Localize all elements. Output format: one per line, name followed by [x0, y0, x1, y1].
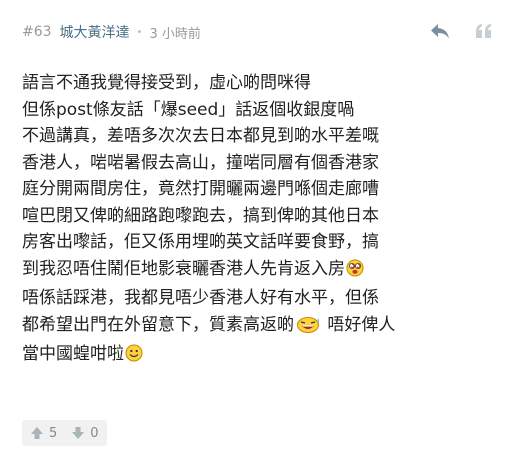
post-line: 語言不通我覺得接受到，虛心啲問咪得	[22, 73, 311, 93]
vote-bar: 5 0	[22, 420, 107, 446]
post-line: 喧巴閉又俾啲細路跑嚟跑去，搞到俾啲其他日本	[22, 205, 379, 226]
thumb-down-icon	[72, 427, 85, 439]
sweating-laugh-emoji-icon	[295, 315, 321, 342]
reply-button[interactable]	[423, 16, 457, 46]
post-line: 但係post條友話「爆seed」話返個收銀度喎	[22, 99, 355, 120]
meta-separator: •	[136, 26, 143, 38]
quote-button[interactable]	[467, 16, 501, 46]
post-line: 庭分開兩間房住，竟然打開曬兩邊門喺個走廊嘈	[22, 179, 379, 199]
post-line-text: 唔好俾人	[322, 314, 396, 335]
smile-emoji-icon	[125, 344, 143, 371]
downvote-count: 0	[90, 425, 99, 441]
post-line: 房客出嚟話，佢又係用埋啲英文話咩要食野，搞	[22, 232, 379, 252]
post-line-text: 到我忍唔住鬧佢地影衰曬香港人先肯返入房	[22, 258, 345, 279]
post-line-with-emoji: 當中國蝗咁啦	[22, 341, 502, 371]
post-actions	[423, 16, 501, 46]
upvote-count: 5	[49, 425, 58, 441]
post-header: #63 城大黃洋達 • 3 小時前	[22, 20, 201, 44]
post-line-with-emoji: 都希望出門在外留意下，質素高返啲 唔好俾人	[22, 312, 502, 342]
post-line: 不過講真，差唔多次次去日本都見到啲水平差嘅	[22, 126, 379, 146]
upvote-button[interactable]: 5	[30, 426, 57, 441]
post-line: 香港人，啱啱暑假去高山，撞啱同層有個香港家	[22, 152, 379, 173]
post-line-text: 都希望出門在外留意下，質素高返啲	[22, 314, 294, 335]
post-line-text: 當中國蝗咁啦	[22, 344, 124, 364]
quote-icon	[476, 24, 491, 38]
author-name[interactable]: 城大黃洋達	[60, 22, 130, 42]
thumb-up-icon	[31, 427, 43, 439]
reply-arrow-icon	[431, 24, 449, 39]
downvote-button[interactable]: 0	[71, 425, 99, 441]
post-line-with-emoji: 到我忍唔住鬧佢地影衰曬香港人先肯返入房	[22, 256, 502, 286]
post-time: 3 小時前	[149, 26, 201, 42]
post-body: 語言不通我覺得接受到，虛心啲問咪得 但係post條友話「爆seed」話返個收銀度…	[22, 70, 502, 371]
post-number[interactable]: #63	[22, 24, 52, 40]
dizzy-face-emoji-icon	[346, 259, 364, 286]
post-line: 唔係話踩港，我都見唔少香港人好有水平，但係	[22, 288, 379, 308]
